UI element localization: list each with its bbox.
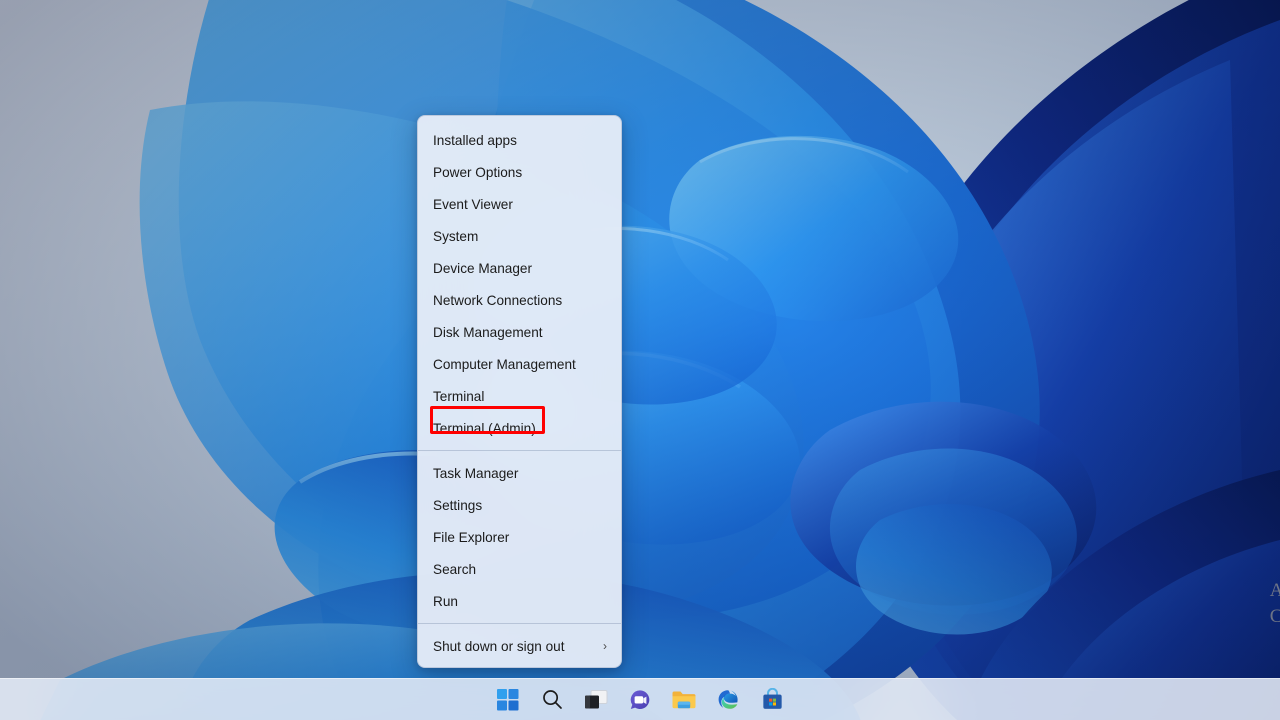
- menu-item-terminal[interactable]: Terminal: [418, 380, 621, 412]
- menu-item-network-connections[interactable]: Network Connections: [418, 284, 621, 316]
- chat-icon: [628, 688, 652, 712]
- menu-separator-1: [418, 450, 621, 451]
- menu-item-settings[interactable]: Settings: [418, 489, 621, 521]
- menu-item-label: Device Manager: [433, 260, 532, 276]
- menu-separator-2: [418, 623, 621, 624]
- store-bag-icon: [761, 688, 784, 711]
- menu-item-label: Shut down or sign out: [433, 638, 565, 654]
- chevron-right-icon: ›: [603, 639, 607, 653]
- menu-item-label: Installed apps: [433, 132, 517, 148]
- taskbar-store-button[interactable]: [750, 680, 794, 720]
- menu-item-task-manager[interactable]: Task Manager: [418, 457, 621, 489]
- task-view-icon: [584, 689, 608, 711]
- menu-item-power-options[interactable]: Power Options: [418, 156, 621, 188]
- menu-item-label: System: [433, 228, 479, 244]
- menu-item-disk-management[interactable]: Disk Management: [418, 316, 621, 348]
- menu-item-label: File Explorer: [433, 529, 510, 545]
- menu-item-computer-management[interactable]: Computer Management: [418, 348, 621, 380]
- taskbar-file-explorer-button[interactable]: [662, 680, 706, 720]
- menu-item-label: Event Viewer: [433, 196, 513, 212]
- menu-item-search[interactable]: Search: [418, 553, 621, 585]
- menu-item-event-viewer[interactable]: Event Viewer: [418, 188, 621, 220]
- folder-icon: [671, 689, 697, 711]
- taskbar[interactable]: [0, 678, 1280, 720]
- bloom-wallpaper-art: [0, 0, 1280, 720]
- menu-item-device-manager[interactable]: Device Manager: [418, 252, 621, 284]
- taskbar-edge-button[interactable]: [706, 680, 750, 720]
- menu-item-installed-apps[interactable]: Installed apps: [418, 124, 621, 156]
- menu-item-label: Terminal (Admin): [433, 420, 536, 436]
- menu-item-file-explorer[interactable]: File Explorer: [418, 521, 621, 553]
- menu-item-label: Search: [433, 561, 477, 577]
- menu-item-shut-down-or-sign-out[interactable]: Shut down or sign out ›: [418, 630, 621, 662]
- menu-item-label: Computer Management: [433, 356, 576, 372]
- taskbar-chat-button[interactable]: [618, 680, 662, 720]
- taskbar-start-button[interactable]: [486, 680, 530, 720]
- menu-item-label: Terminal: [433, 388, 485, 404]
- winx-power-user-menu[interactable]: Installed apps Power Options Event Viewe…: [417, 115, 622, 668]
- menu-item-label: Power Options: [433, 164, 523, 180]
- desktop-wallpaper: A C: [0, 0, 1280, 720]
- search-icon: [541, 688, 564, 711]
- windows-start-icon: [497, 688, 519, 711]
- menu-item-run[interactable]: Run: [418, 585, 621, 617]
- menu-item-label: Settings: [433, 497, 483, 513]
- edge-icon: [716, 688, 740, 712]
- menu-item-terminal-admin[interactable]: Terminal (Admin): [418, 412, 621, 444]
- menu-item-system[interactable]: System: [418, 220, 621, 252]
- taskbar-search-button[interactable]: [530, 680, 574, 720]
- taskbar-task-view-button[interactable]: [574, 680, 618, 720]
- menu-item-label: Network Connections: [433, 292, 563, 308]
- menu-item-label: Disk Management: [433, 324, 543, 340]
- menu-item-label: Task Manager: [433, 465, 519, 481]
- menu-item-label: Run: [433, 593, 458, 609]
- menu-item-desktop[interactable]: Desktop: [418, 662, 621, 667]
